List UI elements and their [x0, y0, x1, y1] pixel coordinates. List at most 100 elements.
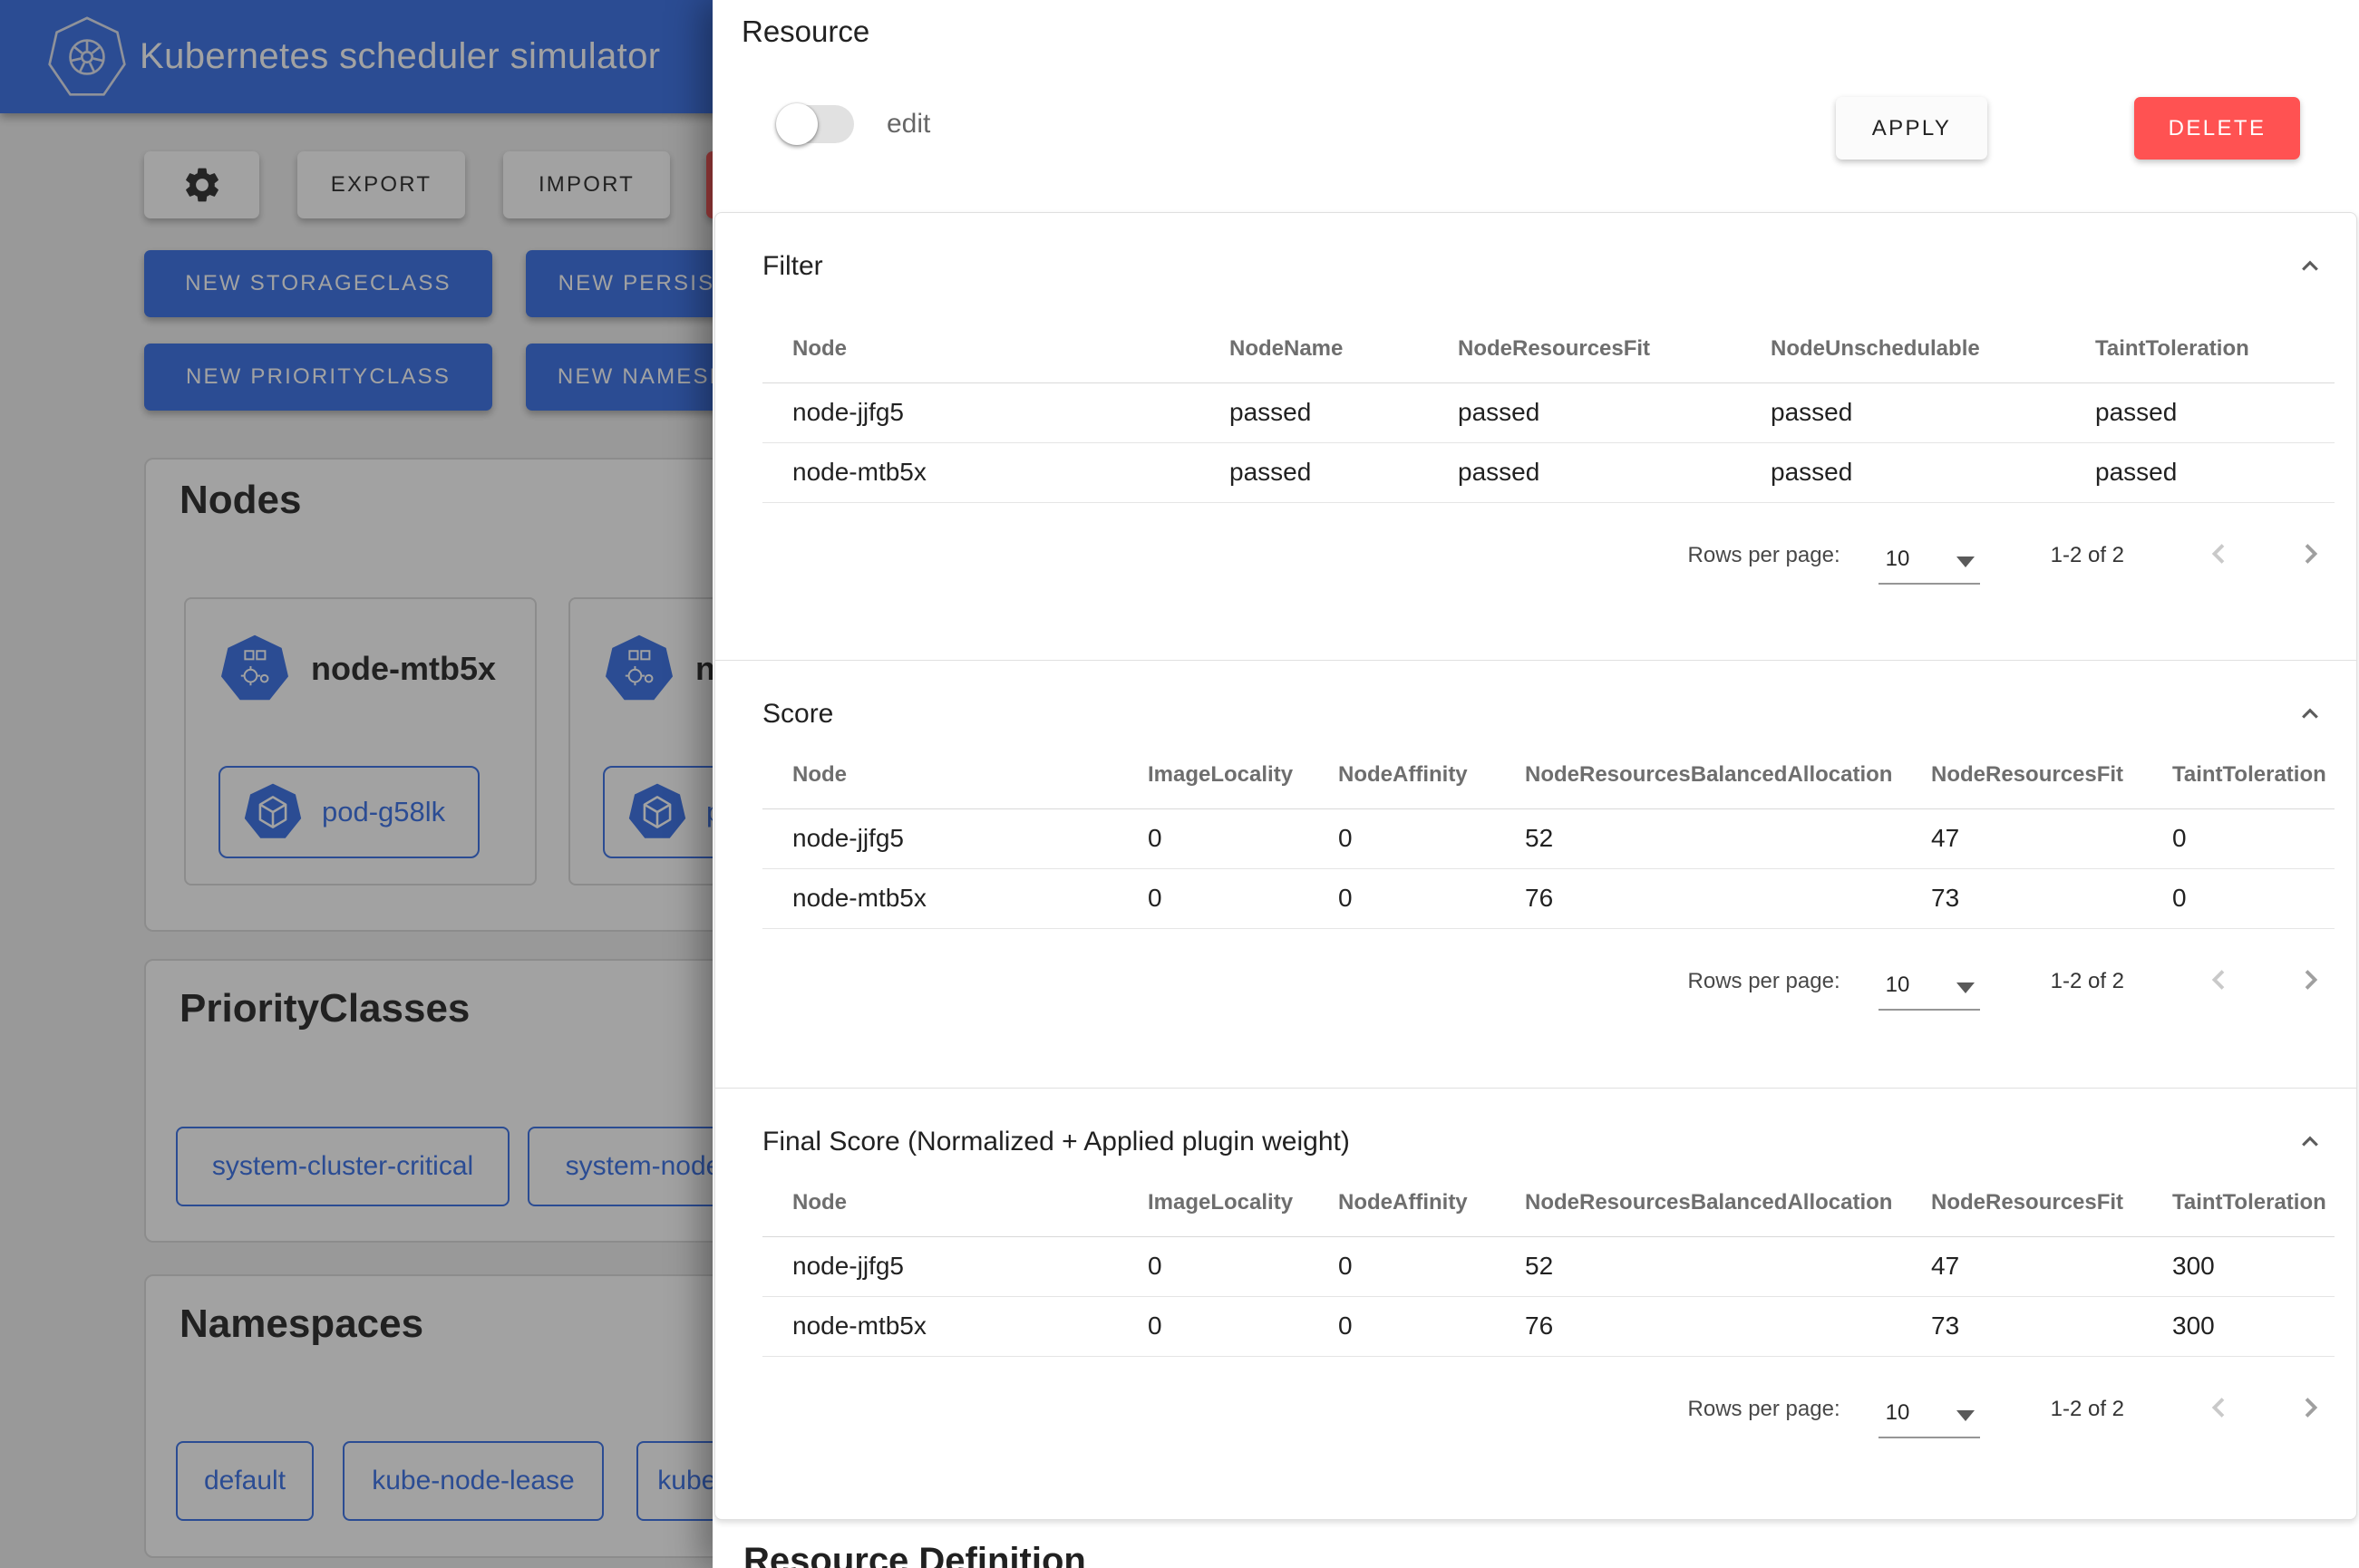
section-title: Final Score (Normalized + Applied plugin… — [762, 1127, 1350, 1157]
plugin-result-table: NodeImageLocalityNodeAffinityNodeResourc… — [762, 741, 2335, 929]
column-header: NodeResourcesFit — [1901, 741, 2142, 808]
section-score: Score NodeImageLocalityNodeAffinityNodeR… — [715, 660, 2356, 1088]
table-cell: 300 — [2142, 1236, 2335, 1296]
table-cell: 0 — [1118, 808, 1308, 868]
table-cell: 0 — [1308, 1296, 1495, 1356]
rows-per-page-value: 10 — [1886, 1400, 1910, 1426]
table-cell: 47 — [1901, 808, 2142, 868]
table-cell: passed — [1741, 382, 2065, 442]
table-cell: node-mtb5x — [762, 868, 1118, 928]
table-cell: passed — [1199, 442, 1428, 502]
column-header: Node — [762, 1169, 1118, 1236]
pagination-range: 1-2 of 2 — [2051, 543, 2124, 568]
previous-page-button[interactable] — [2202, 537, 2237, 574]
rows-per-page-select[interactable]: 10 — [1878, 971, 1980, 1011]
chevron-right-icon — [2293, 963, 2327, 997]
edit-toggle[interactable] — [776, 103, 854, 145]
rows-per-page-label: Rows per page: — [1688, 543, 1840, 568]
previous-page-button[interactable] — [2202, 963, 2237, 1000]
column-header: Node — [762, 741, 1118, 808]
previous-page-button[interactable] — [2202, 1390, 2237, 1428]
column-header: TaintToleration — [2065, 315, 2335, 382]
section-title: Score — [762, 699, 833, 730]
table-cell: 0 — [1118, 1296, 1308, 1356]
table-cell: 73 — [1901, 1296, 2142, 1356]
column-header: TaintToleration — [2142, 1169, 2335, 1236]
column-header: ImageLocality — [1118, 741, 1308, 808]
table-cell: passed — [1428, 382, 1741, 442]
table-cell: 73 — [1901, 868, 2142, 928]
collapse-section-button[interactable] — [2295, 699, 2325, 732]
column-header: NodeResourcesBalancedAllocation — [1495, 741, 1901, 808]
rows-per-page-label: Rows per page: — [1688, 969, 1840, 994]
drawer-title: Resource — [742, 15, 869, 49]
table-cell: 300 — [2142, 1296, 2335, 1356]
plugin-result-table: NodeNodeNameNodeResourcesFitNodeUnschedu… — [762, 315, 2335, 503]
table-cell: 52 — [1495, 808, 1901, 868]
caret-down-icon — [1956, 1410, 1975, 1421]
pagination: Rows per page: 10 1-2 of 2 — [762, 518, 2327, 594]
resource-drawer: Resource edit APPLY DELETE Filter NodeNo… — [713, 0, 2359, 1568]
table-row: node-jjfg5005247300 — [762, 1236, 2335, 1296]
column-header: NodeUnschedulable — [1741, 315, 2065, 382]
table-cell: passed — [2065, 382, 2335, 442]
chevron-left-icon — [2202, 537, 2237, 571]
chevron-up-icon — [2295, 699, 2325, 730]
column-header: TaintToleration — [2142, 741, 2335, 808]
caret-down-icon — [1956, 982, 1975, 993]
table-cell: 0 — [1118, 868, 1308, 928]
chevron-right-icon — [2293, 537, 2327, 571]
pagination: Rows per page: 10 1-2 of 2 — [762, 944, 2327, 1020]
column-header: NodeResourcesBalancedAllocation — [1495, 1169, 1901, 1236]
chevron-left-icon — [2202, 1390, 2237, 1425]
edit-toggle-label: edit — [887, 109, 930, 140]
table-cell: 0 — [1308, 808, 1495, 868]
apply-button[interactable]: APPLY — [1836, 97, 1987, 160]
column-header: Node — [762, 315, 1199, 382]
table-cell: passed — [2065, 442, 2335, 502]
table-cell: passed — [1741, 442, 2065, 502]
next-page-button[interactable] — [2293, 1390, 2327, 1428]
next-page-button[interactable] — [2293, 963, 2327, 1000]
table-cell: 52 — [1495, 1236, 1901, 1296]
chevron-up-icon — [2295, 1127, 2325, 1157]
table-cell: 0 — [2142, 868, 2335, 928]
column-header: NodeResourcesFit — [1428, 315, 1741, 382]
table-cell: passed — [1428, 442, 1741, 502]
caret-down-icon — [1956, 557, 1975, 567]
rows-per-page-select[interactable]: 10 — [1878, 1399, 1980, 1438]
rows-per-page-value: 10 — [1886, 547, 1910, 572]
next-page-button[interactable] — [2293, 537, 2327, 574]
rows-per-page-value: 10 — [1886, 973, 1910, 998]
collapse-section-button[interactable] — [2295, 1127, 2325, 1160]
table-cell: node-mtb5x — [762, 1296, 1118, 1356]
table-cell: 76 — [1495, 1296, 1901, 1356]
table-cell: passed — [1199, 382, 1428, 442]
collapse-section-button[interactable] — [2295, 251, 2325, 285]
pagination-range: 1-2 of 2 — [2051, 969, 2124, 994]
chevron-up-icon — [2295, 251, 2325, 282]
table-cell: node-jjfg5 — [762, 808, 1118, 868]
pagination-range: 1-2 of 2 — [2051, 1397, 2124, 1422]
section-filter: Filter NodeNodeNameNodeResourcesFitNodeU… — [715, 213, 2356, 660]
chevron-left-icon — [2202, 963, 2237, 997]
plugin-result-table: NodeImageLocalityNodeAffinityNodeResourc… — [762, 1169, 2335, 1357]
column-header: NodeAffinity — [1308, 741, 1495, 808]
table-cell: node-jjfg5 — [762, 1236, 1118, 1296]
table-cell: 76 — [1495, 868, 1901, 928]
kubernetes-scheduler-simulator-screen: Kubernetes scheduler simulator EXPORT IM… — [0, 0, 2359, 1568]
drawer-header: Resource edit APPLY DELETE — [713, 0, 2359, 212]
rows-per-page-select[interactable]: 10 — [1878, 545, 1980, 585]
table-cell: 0 — [1118, 1236, 1308, 1296]
delete-button[interactable]: DELETE — [2134, 97, 2300, 160]
column-header: ImageLocality — [1118, 1169, 1308, 1236]
column-header: NodeResourcesFit — [1901, 1169, 2142, 1236]
edit-toggle-thumb — [776, 103, 818, 145]
plugin-results-card: Filter NodeNodeNameNodeResourcesFitNodeU… — [714, 212, 2357, 1520]
table-row: node-mtb5x007673300 — [762, 1296, 2335, 1356]
table-cell: 47 — [1901, 1236, 2142, 1296]
table-row: node-mtb5xpassedpassedpassedpassed — [762, 442, 2335, 502]
table-row: node-mtb5x0076730 — [762, 868, 2335, 928]
table-cell: 0 — [2142, 808, 2335, 868]
table-row: node-jjfg50052470 — [762, 808, 2335, 868]
